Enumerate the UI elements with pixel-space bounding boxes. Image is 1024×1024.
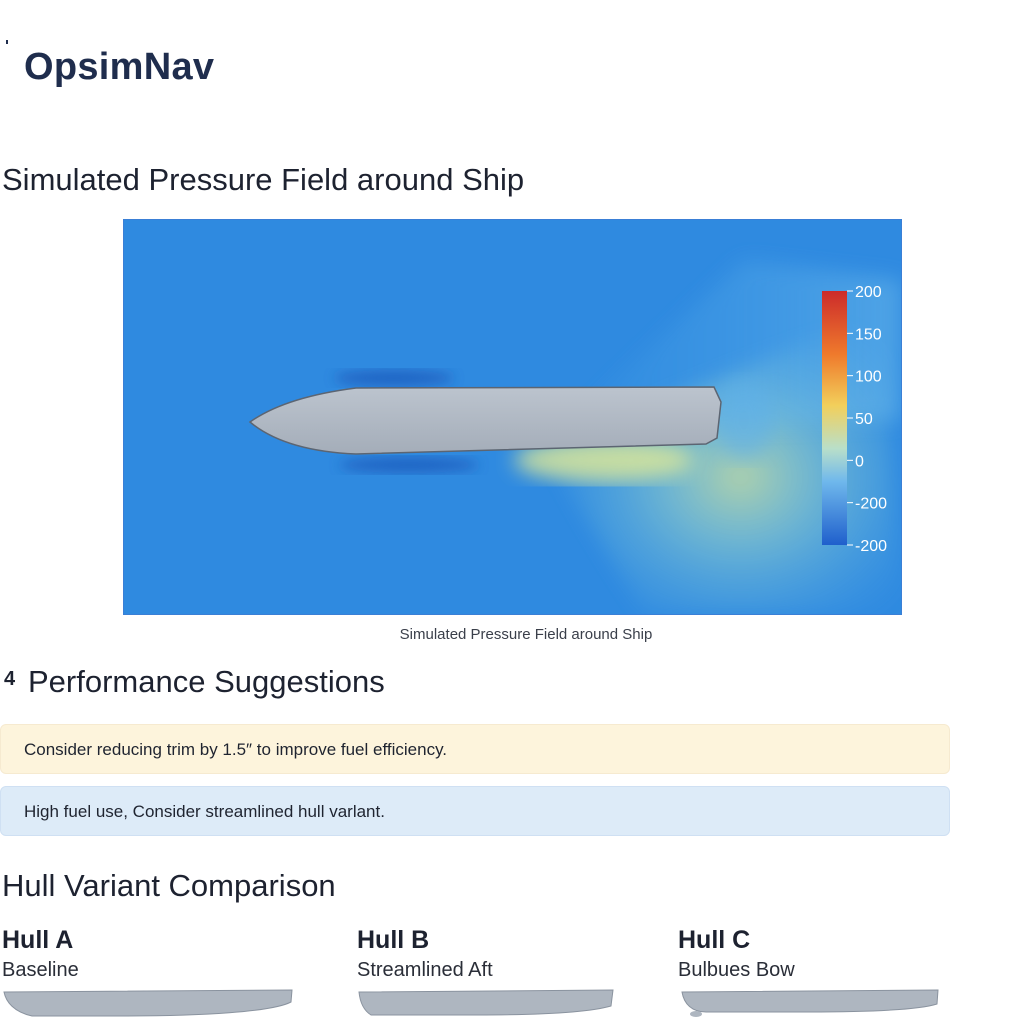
hull-a-subtitle: Baseline (2, 959, 79, 981)
pressure-field-caption: Simulated Pressure Field around Ship (399, 626, 653, 643)
logo-mark (6, 40, 8, 44)
pressure-field-title: Simulated Pressure Field around Ship (2, 162, 525, 197)
colorbar-tick-label: 200 (855, 284, 882, 301)
suggestions-count-badge: 4 (4, 668, 16, 691)
hull-card-a[interactable]: Hull A Baseline (2, 926, 293, 1017)
suggestions-header: 4 Performance Suggestions (4, 664, 385, 700)
hull-card-b[interactable]: Hull B Streamlined Aft (357, 926, 614, 1016)
colorbar-tick-label: 0 (855, 453, 864, 470)
colorbar (822, 291, 847, 545)
colorbar-tick-label: 100 (855, 369, 882, 386)
hull-b-subtitle: Streamlined Aft (357, 959, 493, 981)
app-logo[interactable]: OpsimNav (24, 46, 214, 89)
hull-b-shape (358, 989, 614, 1016)
hull-c-subtitle: Bulbues Bow (678, 959, 795, 981)
hull-b-name: Hull B (357, 926, 430, 954)
suggestions-title: Performance Suggestions (28, 664, 385, 699)
hull-comparison-title: Hull Variant Comparison (2, 868, 336, 903)
hull-a-shape (3, 989, 293, 1017)
colorbar-tick-label: -200 (855, 496, 887, 513)
suggestion-warning[interactable]: Consider reducing trim by 1.5″ to improv… (0, 724, 950, 774)
ship-hull (248, 386, 722, 455)
hull-c-shape (681, 989, 939, 1017)
hull-c-name: Hull C (678, 926, 751, 954)
hull-a-name: Hull A (2, 926, 74, 954)
colorbar-tick-label: 50 (855, 411, 873, 428)
pressure-field-plot: 200 150 100 50 0 -200 -200 (123, 219, 902, 615)
suggestion-info[interactable]: High fuel use, Consider streamlined hull… (0, 786, 950, 836)
hull-card-c[interactable]: Hull C Bulbues Bow (678, 926, 939, 1017)
colorbar-tick-label: 150 (855, 326, 882, 343)
colorbar-tick-label: -200 (855, 538, 887, 555)
